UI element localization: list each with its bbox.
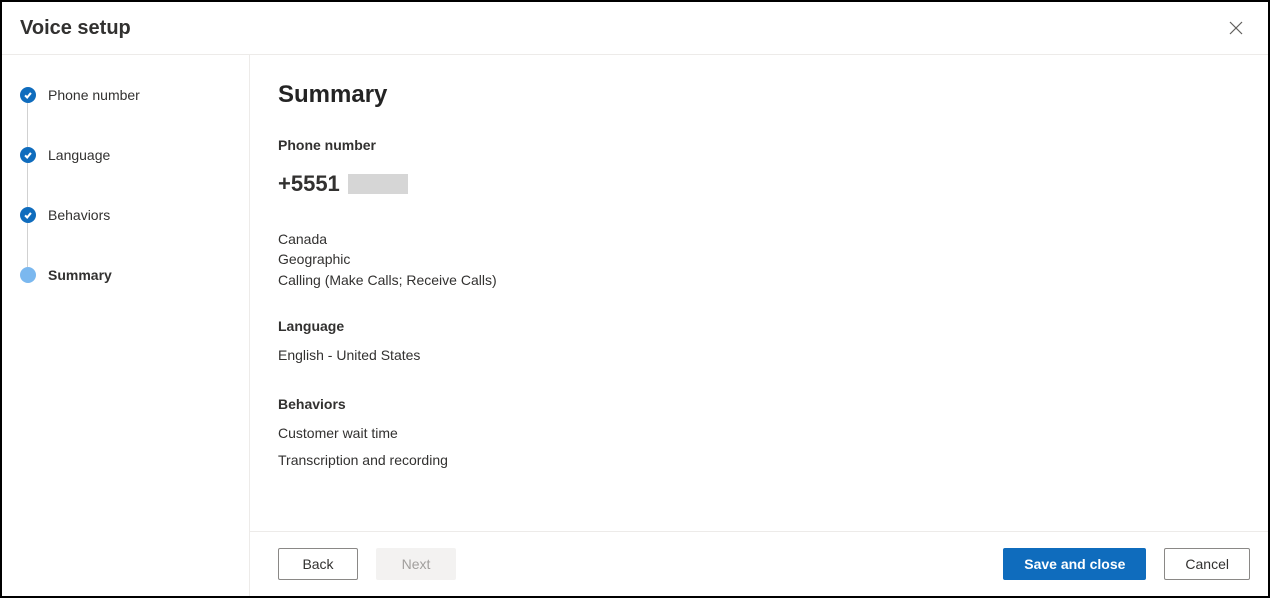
phone-number-value: +5551 — [278, 171, 340, 197]
dialog-header: Voice setup — [2, 2, 1268, 55]
language-section: Language English - United States — [278, 318, 1240, 369]
dialog-title: Voice setup — [20, 17, 131, 40]
next-button: Next — [376, 548, 456, 580]
check-icon — [20, 147, 36, 163]
phone-number-redacted — [348, 174, 408, 194]
phone-number-row: +5551 — [278, 171, 1240, 197]
page-title: Summary — [278, 81, 1240, 109]
dialog-body: Phone number Language Behaviors Summary … — [2, 55, 1268, 596]
language-section-label: Language — [278, 318, 1240, 334]
step-behaviors[interactable]: Behaviors — [20, 207, 231, 223]
phone-details: Canada Geographic Calling (Make Calls; R… — [278, 229, 1240, 290]
behavior-item: Customer wait time — [278, 420, 1240, 447]
behavior-item: Transcription and recording — [278, 447, 1240, 474]
step-connector — [27, 163, 28, 207]
wizard-footer: Back Next Save and close Cancel — [250, 531, 1268, 596]
close-button[interactable] — [1224, 16, 1248, 40]
phone-section-label: Phone number — [278, 137, 1240, 153]
back-button[interactable]: Back — [278, 548, 358, 580]
step-phone-number[interactable]: Phone number — [20, 87, 231, 103]
step-connector — [27, 223, 28, 267]
footer-right: Save and close Cancel — [1003, 548, 1250, 580]
phone-capabilities: Calling (Make Calls; Receive Calls) — [278, 270, 1240, 290]
check-icon — [20, 207, 36, 223]
step-label: Summary — [48, 267, 112, 283]
wizard-sidebar: Phone number Language Behaviors Summary — [2, 55, 250, 596]
language-value: English - United States — [278, 342, 1240, 369]
wizard-content: Summary Phone number +5551 Canada Geogra… — [250, 55, 1268, 596]
phone-country: Canada — [278, 229, 1240, 249]
save-and-close-button[interactable]: Save and close — [1003, 548, 1146, 580]
step-label: Phone number — [48, 87, 140, 103]
close-icon — [1228, 20, 1244, 36]
phone-type: Geographic — [278, 249, 1240, 269]
step-summary[interactable]: Summary — [20, 267, 231, 283]
step-label: Language — [48, 147, 110, 163]
behaviors-section-label: Behaviors — [278, 396, 1240, 412]
summary-panel: Summary Phone number +5551 Canada Geogra… — [250, 55, 1268, 531]
step-connector — [27, 103, 28, 147]
current-step-icon — [20, 267, 36, 283]
step-language[interactable]: Language — [20, 147, 231, 163]
cancel-button[interactable]: Cancel — [1164, 548, 1250, 580]
footer-left: Back Next — [278, 548, 456, 580]
behaviors-section: Behaviors Customer wait time Transcripti… — [278, 396, 1240, 473]
check-icon — [20, 87, 36, 103]
step-label: Behaviors — [48, 207, 110, 223]
